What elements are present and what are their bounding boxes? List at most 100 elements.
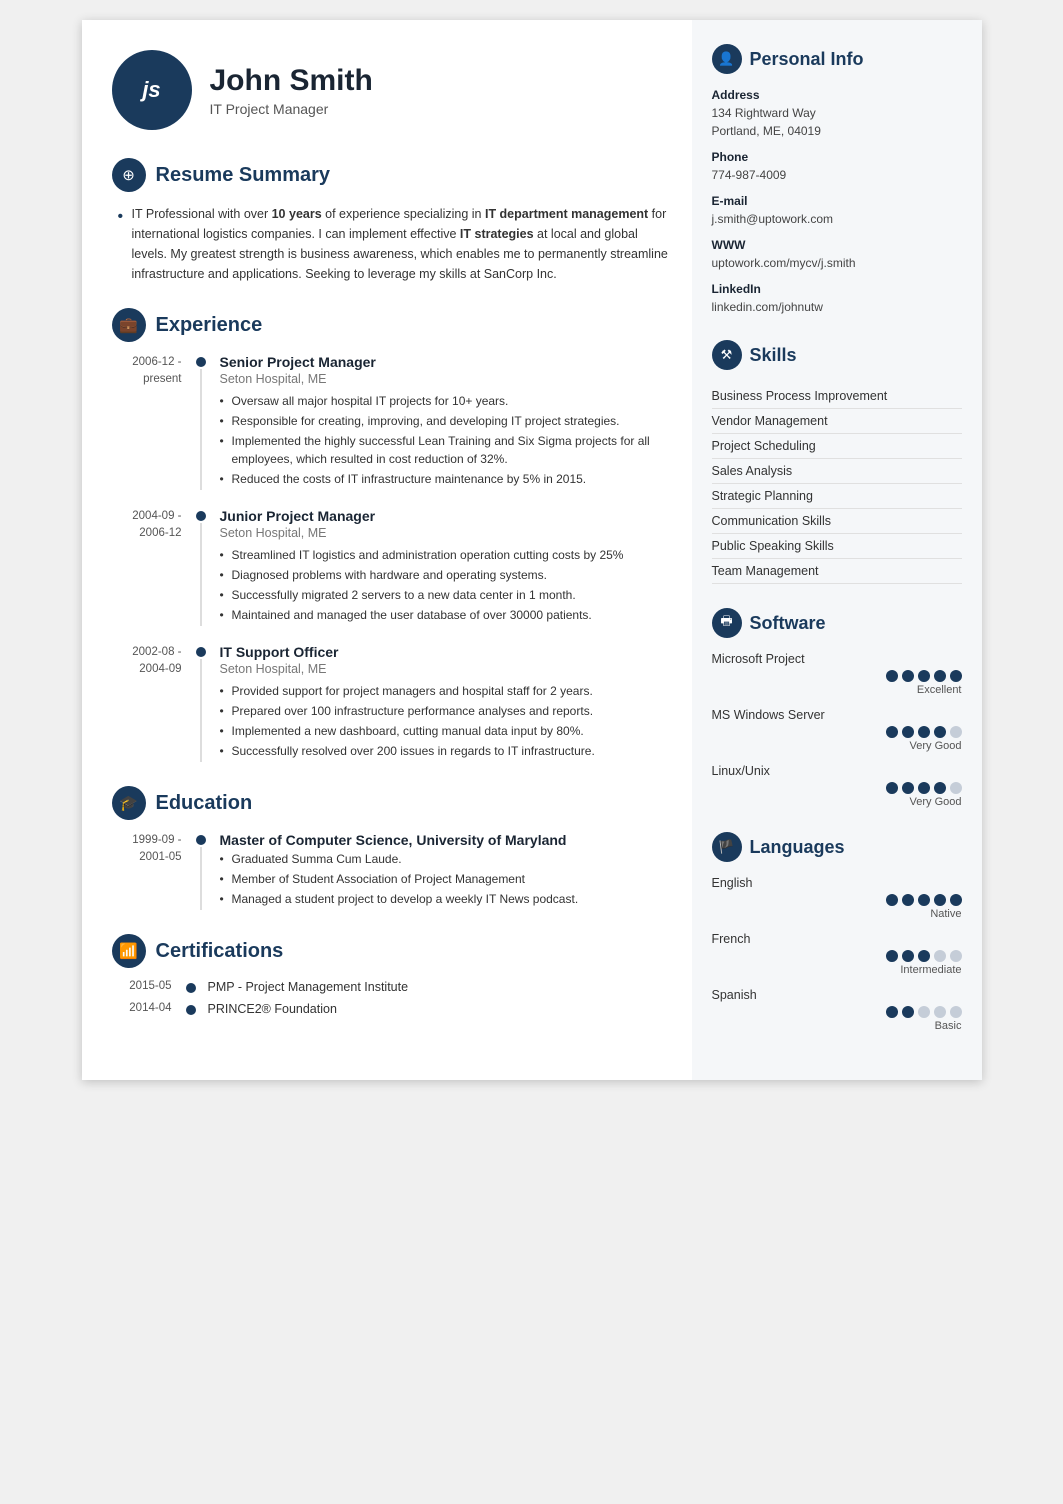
- globe-icon: ⊕: [122, 166, 135, 184]
- language-name-2: French: [712, 932, 962, 946]
- cert-date-1: 2015-05: [112, 980, 182, 994]
- linkedin-field: LinkedIn linkedin.com/johnutw: [712, 282, 962, 316]
- list-item: Managed a student project to develop a w…: [220, 890, 672, 908]
- edu-content-1: Master of Computer Science, University o…: [220, 832, 672, 910]
- linkedin-label: LinkedIn: [712, 282, 962, 296]
- exp-title-3: IT Support Officer: [220, 644, 672, 660]
- experience-title-row: 💼 Experience: [112, 308, 672, 342]
- dot: [902, 670, 914, 682]
- computer-icon: 🖶: [720, 612, 732, 634]
- exp-title-1: Senior Project Manager: [220, 354, 672, 370]
- www-value: uptowork.com/mycv/j.smith: [712, 254, 962, 272]
- wrench-icon: ⚒: [721, 347, 733, 363]
- experience-entry-3: 2002-08 -2004-09 IT Support Officer Seto…: [112, 644, 672, 762]
- languages-section: 🏴 Languages English Native French: [712, 832, 962, 1032]
- language-label-3: Basic: [712, 1020, 962, 1032]
- cert-dot-1: [186, 983, 196, 993]
- dot: [918, 894, 930, 906]
- software-label-1: Excellent: [712, 684, 962, 696]
- software-dots-1: [712, 670, 962, 682]
- left-column: js John Smith IT Project Manager ⊕ Resum…: [82, 20, 692, 1080]
- list-item: Provided support for project managers an…: [220, 682, 672, 700]
- edu-dot-line-1: [192, 832, 210, 910]
- timeline-dot-2: [196, 511, 206, 521]
- software-title: Software: [750, 613, 826, 634]
- list-item: Implemented a new dashboard, cutting man…: [220, 722, 672, 740]
- exp-org-1: Seton Hospital, ME: [220, 372, 672, 386]
- dot: [950, 950, 962, 962]
- languages-icon: 🏴: [712, 832, 742, 862]
- list-item: Member of Student Association of Project…: [220, 870, 672, 888]
- software-icon: 🖶: [712, 608, 742, 638]
- software-label-3: Very Good: [712, 796, 962, 808]
- list-item: Successfully resolved over 200 issues in…: [220, 742, 672, 760]
- list-item: Diagnosed problems with hardware and ope…: [220, 566, 672, 584]
- skill-item-1: Business Process Improvement: [712, 384, 962, 409]
- email-label: E-mail: [712, 194, 962, 208]
- linkedin-value: linkedin.com/johnutw: [712, 298, 962, 316]
- cert-text-2: PRINCE2® Foundation: [208, 1002, 672, 1016]
- exp-org-2: Seton Hospital, ME: [220, 526, 672, 540]
- list-item: Responsible for creating, improving, and…: [220, 412, 672, 430]
- list-item: Streamlined IT logistics and administrat…: [220, 546, 672, 564]
- right-column: 👤 Personal Info Address 134 Rightward Wa…: [692, 20, 982, 1080]
- header-text: John Smith IT Project Manager: [210, 64, 373, 117]
- dot: [934, 894, 946, 906]
- email-value: j.smith@uptowork.com: [712, 210, 962, 228]
- cert-dot-line-2: [182, 1002, 200, 1016]
- summary-icon: ⊕: [112, 158, 146, 192]
- timeline-line-3: [200, 659, 202, 762]
- software-item-2: MS Windows Server Very Good: [712, 708, 962, 752]
- dot: [902, 894, 914, 906]
- dot: [950, 782, 962, 794]
- language-item-2: French Intermediate: [712, 932, 962, 976]
- timeline-dot-1: [196, 357, 206, 367]
- education-entry-1: 1999-09 -2001-05 Master of Computer Scie…: [112, 832, 672, 910]
- skill-item-2: Vendor Management: [712, 409, 962, 434]
- personal-info-title-row: 👤 Personal Info: [712, 44, 962, 74]
- phone-field: Phone 774-987-4009: [712, 150, 962, 184]
- languages-title-row: 🏴 Languages: [712, 832, 962, 862]
- list-item: Maintained and managed the user database…: [220, 606, 672, 624]
- edu-date-1: 1999-09 -2001-05: [112, 832, 192, 910]
- skill-item-4: Sales Analysis: [712, 459, 962, 484]
- language-name-3: Spanish: [712, 988, 962, 1002]
- dot: [934, 782, 946, 794]
- summary-title: Resume Summary: [156, 164, 331, 187]
- dot-line-3: [192, 644, 210, 762]
- dot: [902, 726, 914, 738]
- language-dots-2: [712, 950, 962, 962]
- education-title: Education: [156, 792, 253, 815]
- language-item-3: Spanish Basic: [712, 988, 962, 1032]
- dot: [950, 1006, 962, 1018]
- flag-icon: 🏴: [718, 839, 734, 855]
- skills-title-row: ⚒ Skills: [712, 340, 962, 370]
- personal-info-icon: 👤: [712, 44, 742, 74]
- software-name-3: Linux/Unix: [712, 764, 962, 778]
- address-field: Address 134 Rightward WayPortland, ME, 0…: [712, 88, 962, 140]
- cert-icon: 📶: [112, 934, 146, 968]
- person-icon: 👤: [718, 51, 734, 67]
- education-title-row: 🎓 Education: [112, 786, 672, 820]
- education-section: 🎓 Education 1999-09 -2001-05 Master of C…: [112, 786, 672, 910]
- languages-title: Languages: [750, 837, 845, 858]
- exp-date-2: 2004-09 -2006-12: [112, 508, 192, 626]
- skills-title: Skills: [750, 345, 797, 366]
- summary-title-row: ⊕ Resume Summary: [112, 158, 672, 192]
- avatar: js: [112, 50, 192, 130]
- cert-date-2: 2014-04: [112, 1002, 182, 1016]
- dot: [950, 894, 962, 906]
- dot: [918, 782, 930, 794]
- avatar-initials: js: [142, 77, 160, 103]
- dot-line-1: [192, 354, 210, 490]
- dot: [934, 726, 946, 738]
- dot: [886, 894, 898, 906]
- dot: [886, 782, 898, 794]
- exp-date-3: 2002-08 -2004-09: [112, 644, 192, 762]
- dot: [886, 670, 898, 682]
- edu-line-1: [200, 847, 202, 910]
- education-icon: 🎓: [112, 786, 146, 820]
- cert-entry-1: 2015-05 PMP - Project Management Institu…: [112, 980, 672, 994]
- exp-bullets-1: Oversaw all major hospital IT projects f…: [220, 392, 672, 488]
- dot: [886, 726, 898, 738]
